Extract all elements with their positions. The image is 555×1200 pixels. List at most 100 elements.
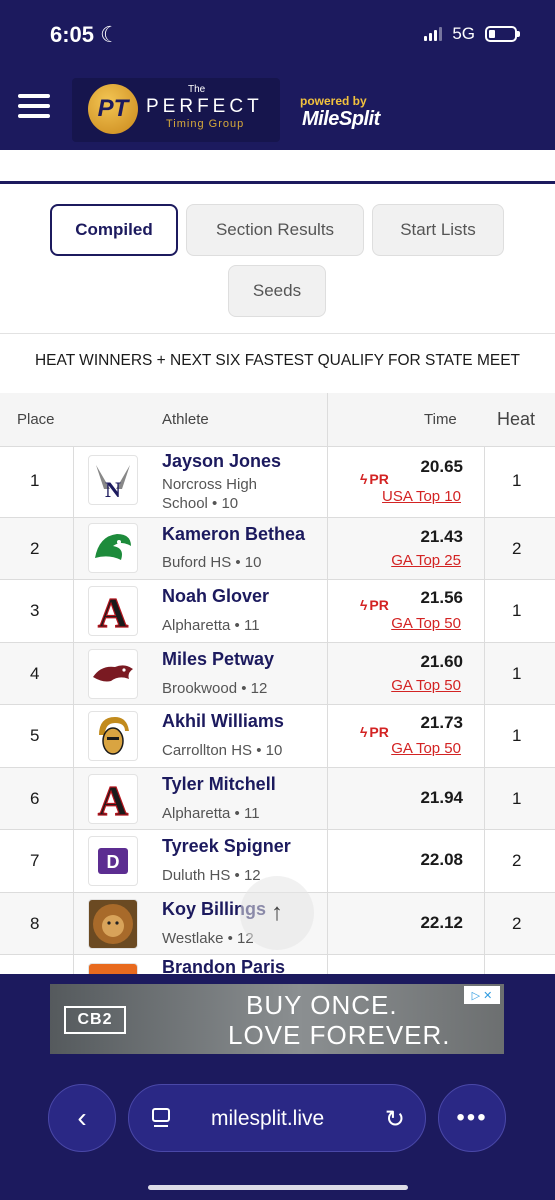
place: 6 — [30, 789, 40, 808]
rank-link[interactable]: GA Top 25 — [391, 552, 461, 569]
col-time: Time — [424, 411, 457, 428]
logo-perfect: PERFECT — [146, 96, 263, 117]
lightning-icon: ϟ — [360, 597, 368, 613]
ellipsis-icon: ••• — [456, 1104, 488, 1131]
tab-start-lists[interactable]: Start Lists — [372, 204, 504, 256]
rank-link[interactable]: GA Top 50 — [391, 615, 461, 632]
pr-badge: ϟ PR — [360, 471, 389, 487]
adchoices-icon[interactable]: ▷ ✕ — [464, 986, 500, 1004]
time: 21.56 — [420, 588, 463, 607]
perfect-timing-logo[interactable]: PT The PERFECT Timing Group — [72, 78, 280, 142]
place: 5 — [30, 726, 40, 745]
table-row[interactable]: 5 Akhil Williams Carrollton HS • 10 ϟ PR … — [0, 705, 555, 768]
athlete-name[interactable]: Jayson Jones — [162, 451, 281, 472]
place: 8 — [30, 914, 40, 933]
table-row[interactable]: 3 A Noah Glover Alpharetta • 11 ϟ PR 21.5… — [0, 580, 555, 643]
table-header: Place Athlete Time Heat — [0, 393, 555, 447]
athlete-name[interactable]: Miles Petway — [162, 649, 274, 670]
svg-text:A: A — [98, 779, 129, 821]
status-time: 6:05 ☾ — [50, 22, 120, 47]
athlete-school: Alpharetta • 11 — [162, 805, 260, 822]
westlake-logo — [88, 899, 138, 949]
tab-section-results[interactable]: Section Results — [186, 204, 364, 256]
home-indicator — [148, 1185, 408, 1190]
athlete-school: Carrollton HS • 10 — [162, 742, 283, 759]
heat: 2 — [512, 539, 522, 558]
heat: 1 — [512, 789, 522, 808]
table-row[interactable]: 4 Miles Petway Brookwood • 12 21.60 GA T… — [0, 643, 555, 705]
heat: 2 — [512, 914, 522, 933]
heat: 2 — [512, 851, 522, 870]
chevron-left-icon: ‹ — [77, 1102, 87, 1133]
svg-text:A: A — [98, 591, 129, 633]
time: 21.43 — [420, 527, 463, 546]
athlete-school: Brookwood • 12 — [162, 680, 268, 697]
ad-brand-logo: CB2 — [64, 1006, 126, 1034]
place: 4 — [30, 664, 40, 683]
time: 21.60 — [420, 652, 463, 671]
rank-link[interactable]: GA Top 50 — [391, 740, 461, 757]
heat: 1 — [512, 726, 522, 745]
advertisement-banner[interactable]: CB2 BUY ONCE. LOVE FOREVER. ▷ ✕ — [50, 984, 504, 1054]
svg-text:N: N — [105, 477, 121, 501]
table-row[interactable]: Brandon Paris — [0, 955, 555, 974]
athlete-school: Duluth HS • 12 — [162, 867, 261, 884]
athlete-name[interactable]: Brandon Paris — [162, 957, 285, 974]
logo-subtitle: Timing Group — [166, 118, 245, 130]
lightning-icon: ϟ — [360, 724, 368, 740]
norcross-logo: N — [88, 455, 138, 505]
network-label: 5G — [452, 24, 475, 43]
ad-tagline: LOVE FOREVER. — [228, 1020, 451, 1050]
athlete-name[interactable]: Tyler Mitchell — [162, 774, 276, 795]
back-button[interactable]: ‹ — [48, 1084, 116, 1152]
rank-link[interactable]: GA Top 50 — [391, 677, 461, 694]
svg-text:D: D — [107, 852, 120, 872]
athlete-school: Westlake • 12 — [162, 930, 254, 947]
pt-logo-mark: PT — [88, 84, 138, 134]
table-row[interactable]: 1 N Jayson Jones Norcross High School • … — [0, 447, 555, 518]
athlete-school: Norcross High School • 10 — [162, 476, 258, 512]
athlete-name[interactable]: Noah Glover — [162, 586, 269, 607]
athlete-name[interactable]: Tyreek Spigner — [162, 836, 291, 857]
tab-compiled[interactable]: Compiled — [50, 204, 178, 256]
place: 7 — [30, 851, 40, 870]
place: 1 — [30, 471, 40, 490]
lightning-icon: ϟ — [360, 471, 368, 487]
place: 3 — [30, 601, 40, 620]
alpharetta-logo: A — [88, 586, 138, 636]
athlete-name[interactable]: Akhil Williams — [162, 711, 284, 732]
reload-icon[interactable]: ↻ — [385, 1105, 405, 1134]
col-athlete: Athlete — [162, 411, 209, 428]
header-divider — [0, 181, 555, 184]
heat: 1 — [512, 601, 522, 620]
milesplit-logo[interactable]: MileSplit — [302, 108, 380, 131]
time: 22.12 — [420, 913, 463, 932]
menu-icon[interactable] — [18, 94, 50, 118]
time: 20.65 — [420, 457, 463, 476]
athlete-school: Buford HS • 10 — [162, 554, 262, 571]
address-bar[interactable]: milesplit.live ↻ — [128, 1084, 426, 1152]
heat: 1 — [512, 471, 522, 490]
time: 21.73 — [420, 713, 463, 732]
rank-link[interactable]: USA Top 10 — [382, 488, 461, 505]
more-options-button[interactable]: ••• — [438, 1084, 506, 1152]
heat: 1 — [512, 664, 522, 683]
signal-icon — [424, 27, 443, 41]
arrow-up-icon: ↑ — [271, 899, 283, 926]
pr-badge: ϟ PR — [360, 724, 389, 740]
tab-seeds[interactable]: Seeds — [228, 265, 326, 317]
col-place: Place — [17, 411, 55, 428]
buford-logo — [88, 523, 138, 573]
athlete-name[interactable]: Kameron Bethea — [162, 524, 305, 545]
table-row[interactable]: 6 A Tyler Mitchell Alpharetta • 11 21.94… — [0, 768, 555, 830]
results-panel: Compiled Section Results Start Lists See… — [0, 150, 555, 974]
carrollton-logo — [88, 711, 138, 761]
time: 21.94 — [420, 788, 463, 807]
page-menu-icon[interactable] — [151, 1107, 171, 1129]
scroll-to-top-button[interactable]: ↑ — [240, 876, 314, 950]
powered-by-label: powered by — [300, 94, 367, 108]
table-row[interactable]: 2 Kameron Bethea Buford HS • 10 21.43 GA… — [0, 518, 555, 580]
brookwood-logo — [88, 649, 138, 699]
partial-logo — [88, 963, 138, 974]
status-indicators: 5G — [424, 24, 520, 44]
